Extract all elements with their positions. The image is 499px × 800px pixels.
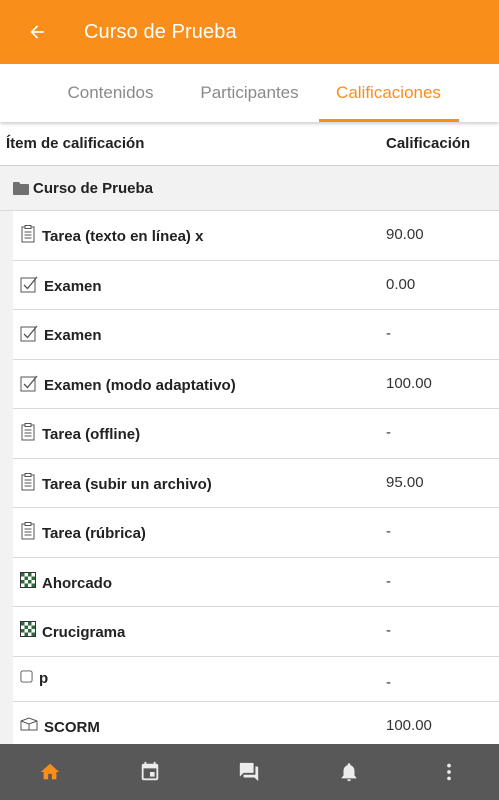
tab-bar: Contenidos Participantes Calificaciones (0, 64, 499, 122)
grade-item: Examen (modo adaptativo) (13, 360, 386, 409)
nav-messages[interactable] (219, 744, 279, 800)
grade-value: - (386, 424, 391, 441)
more-vertical-icon (447, 763, 451, 781)
grade-item-name: Crucigrama (42, 624, 126, 641)
nav-calendar[interactable] (120, 744, 180, 800)
table-row[interactable]: Tarea (subir un archivo) 95.00 (13, 458, 499, 508)
notifications-icon (341, 763, 357, 782)
grade-item: SCORM (13, 702, 386, 745)
grade-value: - (386, 325, 391, 342)
grade-item-name: Tarea (offline) (42, 426, 141, 443)
tab-contenidos[interactable]: Contenidos (41, 64, 181, 122)
back-button[interactable] (0, 0, 76, 64)
checkbox-icon (20, 669, 33, 683)
grade-item-name: Tarea (texto en línea) x (42, 228, 204, 245)
grade-item-name: Ahorcado (42, 574, 113, 592)
grade-item-name: Examen (modo adaptativo) (44, 376, 236, 394)
nav-notifications[interactable] (319, 744, 379, 800)
assignment-icon (21, 522, 35, 540)
grade-item-name: p (39, 669, 49, 687)
table-row[interactable]: Tarea (rúbrica) - (13, 508, 499, 558)
table-row[interactable]: SCORM 100.00 (13, 701, 499, 745)
assignment-icon (21, 225, 35, 243)
grade-value: 90.00 (386, 226, 424, 243)
bottom-navigation (0, 744, 499, 800)
grade-value: - (386, 622, 391, 639)
grade-item-name: SCORM (44, 718, 100, 736)
assignment-icon (21, 423, 35, 441)
grade-item: Examen (13, 310, 386, 359)
grade-item: p (13, 657, 386, 701)
table-row[interactable]: Tarea (texto en línea) x 90.00 (13, 211, 499, 261)
grade-item: Tarea (texto en línea) x (13, 211, 386, 260)
scorm-icon (20, 716, 38, 730)
game-icon (20, 571, 36, 588)
quiz-icon (20, 276, 38, 292)
grades-table[interactable]: Ítem de calificación Calificación Curso … (0, 122, 499, 744)
calendar-icon (141, 761, 158, 781)
home-icon (40, 763, 60, 780)
nav-more[interactable] (419, 744, 479, 800)
table-row[interactable]: Examen - (13, 310, 499, 360)
grade-items-list: Tarea (texto en línea) x 90.00 Examen 0.… (0, 211, 499, 744)
grade-item-name: Examen (44, 327, 102, 344)
quiz-icon (20, 325, 38, 342)
table-row[interactable]: Ahorcado - (13, 557, 499, 607)
grade-value: 100.00 (386, 374, 432, 392)
grade-value: 95.00 (386, 473, 424, 491)
quiz-icon (20, 375, 38, 391)
category-name: Curso de Prueba (33, 179, 154, 197)
grade-item: Examen (13, 261, 386, 310)
grade-item-name: Tarea (subir un archivo) (42, 475, 212, 493)
folder-icon (13, 182, 29, 195)
table-row[interactable]: Examen (modo adaptativo) 100.00 (13, 359, 499, 409)
grade-value: - (386, 523, 391, 540)
grade-value: 0.00 (386, 275, 416, 293)
grade-item: Tarea (rúbrica) (13, 508, 386, 557)
tab-participantes[interactable]: Participantes (181, 64, 319, 122)
table-row[interactable]: Crucigrama - (13, 607, 499, 657)
page-title: Curso de Prueba (84, 20, 237, 43)
game-icon (20, 621, 36, 637)
grade-item: Crucigrama (13, 607, 386, 656)
column-header-grade: Calificación (386, 135, 471, 152)
tab-calificaciones[interactable]: Calificaciones (318, 64, 459, 122)
grade-item-name: Tarea (rúbrica) (42, 525, 146, 542)
table-header: Ítem de calificación Calificación (0, 122, 499, 166)
grade-item: Tarea (subir un archivo) (13, 459, 386, 508)
grade-value: - (386, 572, 391, 590)
table-row[interactable]: p - (13, 656, 499, 702)
arrow-left-icon (30, 25, 44, 39)
assignment-icon (21, 472, 35, 490)
nav-home[interactable] (20, 744, 80, 800)
grade-value: 100.00 (386, 716, 432, 734)
app-bar: Curso de Prueba (0, 0, 499, 64)
grade-item: Ahorcado (13, 558, 386, 607)
column-header-item: Ítem de calificación (6, 135, 145, 152)
category-row[interactable]: Curso de Prueba (0, 166, 499, 211)
grade-value: - (386, 673, 391, 691)
messages-icon (240, 762, 259, 782)
table-row[interactable]: Tarea (offline) - (13, 409, 499, 459)
table-row[interactable]: Examen 0.00 (13, 260, 499, 310)
grade-item-name: Examen (44, 277, 102, 295)
grade-item: Tarea (offline) (13, 409, 386, 458)
